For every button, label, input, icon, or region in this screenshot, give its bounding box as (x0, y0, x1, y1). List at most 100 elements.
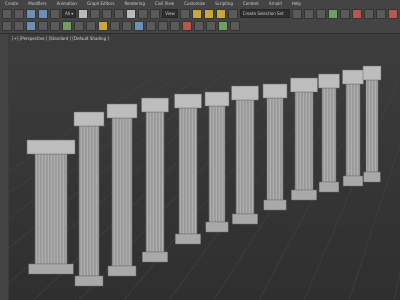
column-capital (362, 65, 382, 81)
perspective-viewport[interactable]: [+] [Perspective ] [Standard ] [Default … (9, 34, 400, 300)
column-base (318, 181, 340, 193)
material-editor-icon[interactable] (351, 8, 362, 19)
column-base (28, 263, 74, 275)
menu-rendering[interactable]: Rendering (119, 1, 149, 6)
menu-arnold[interactable]: Arnold (264, 1, 287, 6)
scale-icon[interactable] (150, 8, 161, 19)
ribbon-icon-4[interactable] (38, 20, 48, 31)
menu-modifiers[interactable]: Modifiers (23, 1, 51, 6)
menu-customize[interactable]: Customize (179, 1, 210, 6)
toolbar-row-1: All ▾ View Create Selection Set (2, 8, 398, 19)
menu-bar: Create Modifiers Animation Graph Editors… (0, 0, 400, 7)
menu-create[interactable]: Create (0, 1, 23, 6)
column-2 (73, 111, 105, 287)
select-by-name-icon[interactable] (90, 8, 101, 19)
ribbon-icon-12[interactable] (134, 20, 144, 31)
layers-icon[interactable] (315, 8, 326, 19)
grid-line (393, 272, 400, 300)
column-shaft (145, 111, 165, 253)
column-base (74, 275, 104, 287)
column-base (263, 199, 287, 211)
spinner-snap-icon[interactable] (227, 8, 238, 19)
column-capital (204, 91, 230, 107)
column-base (291, 189, 317, 201)
rotate-icon[interactable] (138, 8, 149, 19)
ribbon-icon-19[interactable] (218, 20, 228, 31)
ribbon-icon-10[interactable] (110, 20, 120, 31)
ribbon-icon-9[interactable] (98, 20, 108, 31)
menu-animation[interactable]: Animation (52, 1, 82, 6)
render-icon[interactable] (387, 8, 398, 19)
ribbon-icon-3[interactable] (26, 20, 36, 31)
rendered-frame-icon[interactable] (375, 8, 386, 19)
viewport-label[interactable]: [+] [Perspective ] [Standard ] [Default … (12, 36, 109, 41)
menu-scripting[interactable]: Scripting (210, 1, 238, 6)
menu-graph-editors[interactable]: Graph Editors (82, 1, 119, 6)
move-icon[interactable] (126, 8, 137, 19)
menu-content[interactable]: Content (238, 1, 264, 6)
column-base (107, 265, 137, 277)
viewport-scene (9, 65, 400, 300)
ribbon-icon-1[interactable] (2, 20, 12, 31)
link-icon[interactable] (26, 8, 36, 19)
selection-set-combo[interactable]: Create Selection Set (239, 9, 290, 18)
main-toolbar: All ▾ View Create Selection Set (0, 7, 400, 34)
unlink-icon[interactable] (38, 8, 48, 19)
ribbon-icon-20[interactable] (230, 20, 240, 31)
render-setup-icon[interactable] (363, 8, 374, 19)
mirror-icon[interactable] (291, 8, 302, 19)
redo-icon[interactable] (14, 8, 24, 19)
ribbon-icon-2[interactable] (14, 20, 24, 31)
ribbon-icon-16[interactable] (182, 20, 192, 31)
column-capital (174, 93, 202, 109)
column-capital (290, 77, 318, 93)
column-shaft (345, 83, 361, 177)
align-icon[interactable] (303, 8, 314, 19)
column-shaft (294, 91, 314, 191)
viewport-layout-strip (0, 34, 8, 300)
column-capital (231, 85, 259, 101)
column-shaft (208, 105, 226, 223)
column-shaft (235, 99, 255, 215)
column-capital (106, 103, 138, 119)
column-12 (362, 65, 382, 183)
ribbon-icon-13[interactable] (146, 20, 156, 31)
column-shaft (266, 97, 284, 201)
ribbon-icon-8[interactable] (86, 20, 96, 31)
column-5 (174, 93, 202, 245)
selection-filter-combo[interactable]: All ▾ (62, 9, 77, 18)
column-base (232, 213, 258, 225)
pivot-icon[interactable] (179, 8, 190, 19)
column-base (342, 175, 364, 187)
menu-help[interactable]: Help (287, 1, 306, 6)
window-crossing-icon[interactable] (114, 8, 125, 19)
column-shaft (111, 117, 133, 267)
ribbon-icon-17[interactable] (194, 20, 204, 31)
undo-icon[interactable] (2, 8, 12, 19)
menu-civil-view[interactable]: Civil View (150, 1, 179, 6)
column-shaft (365, 79, 379, 173)
column-base (142, 251, 168, 263)
ribbon-icon-6[interactable] (62, 20, 72, 31)
select-icon[interactable] (78, 8, 89, 19)
snap-icon[interactable] (191, 8, 202, 19)
column-base (363, 171, 381, 183)
ribbon-icon-5[interactable] (50, 20, 60, 31)
column-capital (342, 69, 364, 85)
curve-editor-icon[interactable] (327, 8, 338, 19)
ribbon-icon-7[interactable] (74, 20, 84, 31)
ribbon-icon-14[interactable] (158, 20, 168, 31)
rect-region-icon[interactable] (102, 8, 113, 19)
angle-snap-icon[interactable] (203, 8, 214, 19)
ribbon-icon-15[interactable] (170, 20, 180, 31)
ribbon-icon-11[interactable] (122, 20, 132, 31)
column-models (26, 65, 382, 287)
schematic-icon[interactable] (339, 8, 350, 19)
column-shaft (178, 107, 198, 235)
ribbon-icon-18[interactable] (206, 20, 216, 31)
bind-space-warp-icon[interactable] (50, 8, 60, 19)
view-combo[interactable]: View (162, 9, 178, 18)
column-capital (262, 83, 288, 99)
percent-snap-icon[interactable] (215, 8, 226, 19)
column-8 (262, 83, 288, 211)
